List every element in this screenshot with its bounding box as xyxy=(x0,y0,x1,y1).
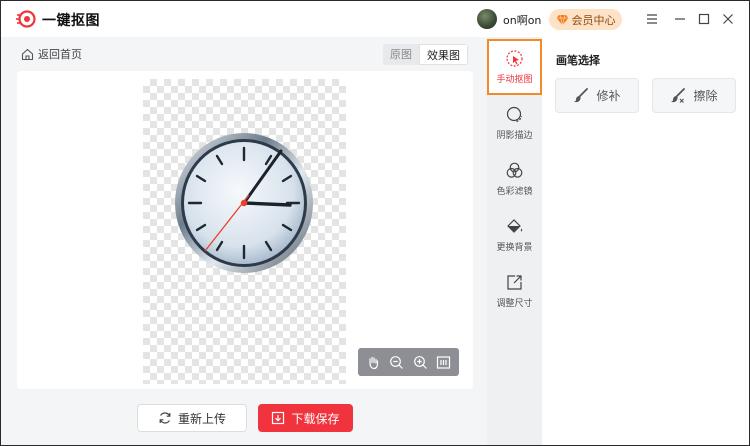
cursor-click-icon xyxy=(506,50,523,67)
shadow-outline-icon xyxy=(506,106,523,123)
zoom-toolbar xyxy=(358,348,459,376)
back-home-button[interactable]: 返回首页 xyxy=(21,46,82,62)
paint-bucket-icon xyxy=(507,219,523,233)
reupload-label: 重新上传 xyxy=(177,411,226,426)
download-save-button[interactable]: 下载保存 xyxy=(258,404,353,432)
brush-repair-button[interactable]: 修补 xyxy=(555,78,639,113)
download-save-label: 下载保存 xyxy=(291,411,340,426)
tool-label: 更换背景 xyxy=(496,243,533,253)
maximize-icon[interactable] xyxy=(696,11,712,27)
zoom-out-icon[interactable] xyxy=(388,354,405,371)
brush-repair-label: 修补 xyxy=(596,89,621,103)
clock-image[interactable] xyxy=(173,127,315,275)
tab-result[interactable]: 效果图 xyxy=(419,44,468,65)
vip-center-button[interactable]: 会员中心 xyxy=(549,9,622,30)
tool-label: 手动抠图 xyxy=(496,75,533,85)
close-icon[interactable] xyxy=(720,11,736,27)
download-icon xyxy=(272,411,285,425)
menu-icon[interactable] xyxy=(644,11,660,27)
home-icon xyxy=(21,48,34,60)
username[interactable]: on啊on xyxy=(503,12,541,28)
refresh-icon xyxy=(159,412,171,424)
brush-erase-button[interactable]: 擦除 xyxy=(652,78,736,113)
brush-panel: 画笔选择 修补 擦除 xyxy=(542,37,749,445)
resize-icon xyxy=(507,275,522,290)
tool-label: 调整尺寸 xyxy=(496,299,533,309)
brush-erase-label: 擦除 xyxy=(693,89,718,103)
app-logo-icon xyxy=(16,10,36,28)
view-toggle: 原图 效果图 xyxy=(383,44,468,65)
tool-resize[interactable]: 调整尺寸 xyxy=(487,263,542,319)
diamond-icon xyxy=(556,14,568,25)
app-title: 一键抠图 xyxy=(42,13,100,29)
tool-sidebar: 手动抠图 阴影描边 色彩滤镜 更换背景 调整尺寸 xyxy=(487,37,542,445)
tool-change-background[interactable]: 更换背景 xyxy=(487,207,542,263)
minimize-icon[interactable] xyxy=(672,11,688,27)
brush-icon xyxy=(574,88,589,103)
tab-original[interactable]: 原图 xyxy=(383,44,419,65)
panel-title: 画笔选择 xyxy=(556,54,600,67)
vip-center-label: 会员中心 xyxy=(571,13,616,27)
fit-screen-icon[interactable] xyxy=(435,354,452,371)
tool-color-filter[interactable]: 色彩滤镜 xyxy=(487,151,542,207)
hand-pan-icon[interactable] xyxy=(365,354,382,371)
reupload-button[interactable]: 重新上传 xyxy=(137,404,247,432)
app-window: 一键抠图 on啊on 会员中心 返回首页 原图 效果图 重新上传 下载保存 手动… xyxy=(0,0,750,446)
zoom-in-icon[interactable] xyxy=(412,354,429,371)
tool-label: 阴影描边 xyxy=(496,131,533,141)
title-bar: 一键抠图 on啊on 会员中心 xyxy=(1,1,749,37)
color-filter-icon xyxy=(506,162,523,178)
tool-manual-cutout[interactable]: 手动抠图 xyxy=(487,39,542,95)
tool-shadow-outline[interactable]: 阴影描边 xyxy=(487,95,542,151)
back-home-label: 返回首页 xyxy=(38,48,82,61)
tool-label: 色彩滤镜 xyxy=(496,187,533,197)
eraser-icon xyxy=(671,88,686,103)
avatar[interactable] xyxy=(477,9,497,29)
